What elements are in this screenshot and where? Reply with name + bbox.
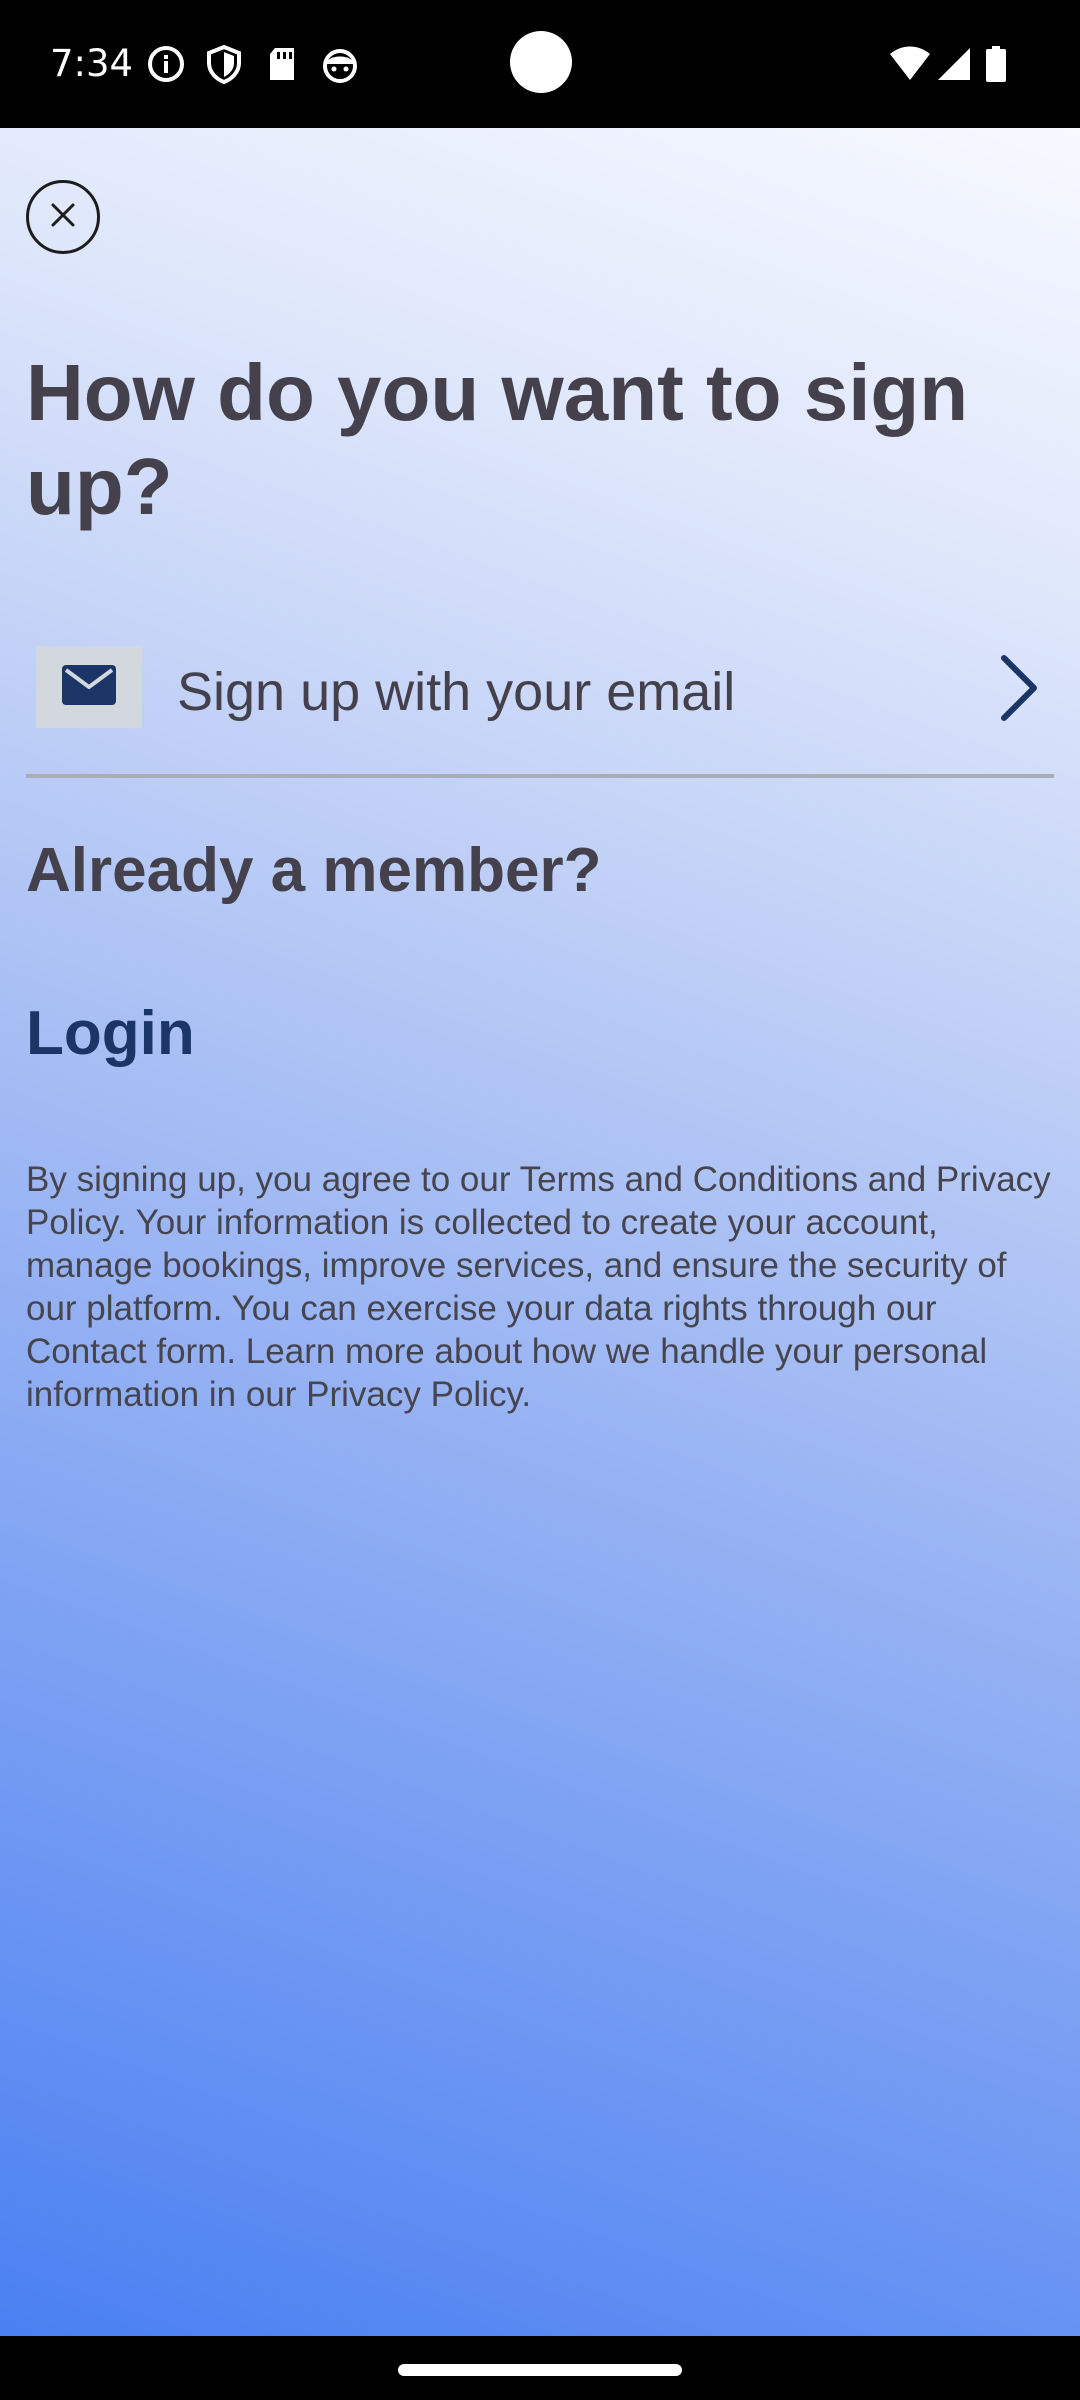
status-time: 7:34	[50, 42, 134, 85]
chevron-right-icon	[998, 652, 1042, 729]
close-icon	[47, 199, 79, 236]
login-link[interactable]: Login	[26, 996, 195, 1072]
signup-sheet: How do you want to sign up? Sign up with…	[0, 128, 1080, 2336]
shield-icon	[204, 44, 244, 85]
already-member-heading: Already a member?	[26, 836, 602, 905]
signup-email-option[interactable]: Sign up with your email	[26, 604, 1054, 778]
page-title: How do you want to sign up?	[26, 348, 969, 531]
info-icon	[146, 44, 186, 84]
camera-cutout	[510, 31, 572, 93]
signup-email-label: Sign up with your email	[177, 662, 736, 722]
legal-disclaimer: By signing up, you agree to our Terms an…	[26, 1160, 1051, 1414]
mail-icon-box	[36, 646, 142, 728]
battery-icon	[984, 44, 1008, 84]
signal-icon	[934, 44, 974, 84]
status-bar: 7:34	[0, 0, 1080, 128]
sd-card-icon	[262, 44, 302, 84]
screen: 7:34 How do you want to sign up? Sign up…	[0, 0, 1080, 2400]
navigation-bar	[0, 2336, 1080, 2400]
android-face-icon	[320, 44, 360, 84]
wifi-icon	[888, 44, 932, 84]
close-button[interactable]	[26, 180, 100, 254]
home-indicator[interactable]	[398, 2364, 682, 2376]
mail-icon	[62, 664, 116, 710]
